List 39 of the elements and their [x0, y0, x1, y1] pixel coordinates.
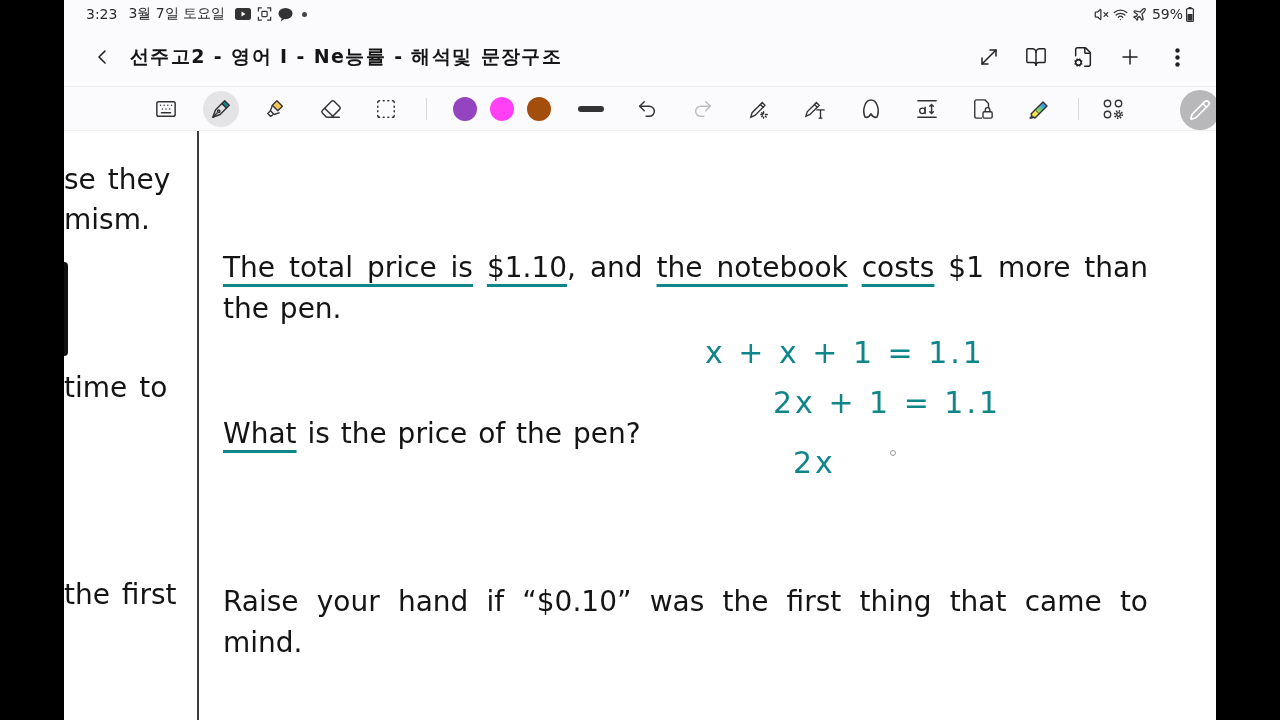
book-icon	[1025, 46, 1047, 68]
play-badge-icon	[235, 8, 252, 20]
stroke-width-icon	[578, 105, 604, 112]
eraser-icon	[320, 97, 342, 120]
pen-tool-button[interactable]	[203, 90, 239, 127]
document-gear-icon	[1072, 46, 1094, 68]
airplane-icon	[1131, 6, 1147, 22]
side-handle[interactable]	[64, 262, 68, 356]
status-date: 3월 7일 토요일	[128, 5, 226, 23]
mute-icon	[1093, 6, 1109, 22]
text-spacing-icon	[916, 97, 938, 120]
dashed-square-icon	[375, 97, 397, 120]
battery-icon	[1186, 6, 1194, 22]
screen-capture-icon	[257, 7, 273, 21]
pencil-icon	[1189, 99, 1211, 121]
wifi-icon	[1112, 6, 1128, 22]
sentence-paragraph: The total price is $1.10, and the notebook costs $1 more than the pen.	[223, 250, 1148, 327]
color-swatch-icon[interactable]	[453, 96, 477, 121]
color-swatch-icon[interactable]	[490, 96, 514, 121]
sentence-paragraph: Raise your hand if “$0.10” was the first thing that came to mind.	[223, 584, 1148, 661]
notification-dot-icon	[302, 11, 308, 17]
more-icon	[1174, 47, 1180, 67]
cut-off-text: mism.	[64, 202, 150, 238]
battery-percent: 59%	[1151, 6, 1183, 22]
handwritten-equation: 2x + 1 = 1.1	[773, 385, 1002, 421]
color-swatch-icon[interactable]	[527, 96, 551, 121]
arch-shape-icon	[861, 97, 881, 120]
status-time: 3:23	[86, 6, 118, 22]
note-title: 선주고2 - 영어 Ⅰ - Ne능률 - 해석및 문장구조	[130, 44, 563, 69]
cut-off-text: time to	[64, 370, 168, 406]
circles-gear-icon	[1102, 97, 1124, 120]
sentence-paragraph: What is the price of the pen?	[223, 416, 641, 452]
handwritten-equation: 2x	[793, 445, 836, 481]
cut-off-text: the first	[64, 577, 177, 613]
cut-off-text: se they	[64, 162, 171, 198]
page-lock-icon	[972, 97, 994, 120]
chat-bubble-icon	[278, 6, 294, 22]
handwritten-equation: x + x + 1 = 1.1	[705, 335, 985, 371]
pen-nib-icon	[210, 97, 232, 120]
